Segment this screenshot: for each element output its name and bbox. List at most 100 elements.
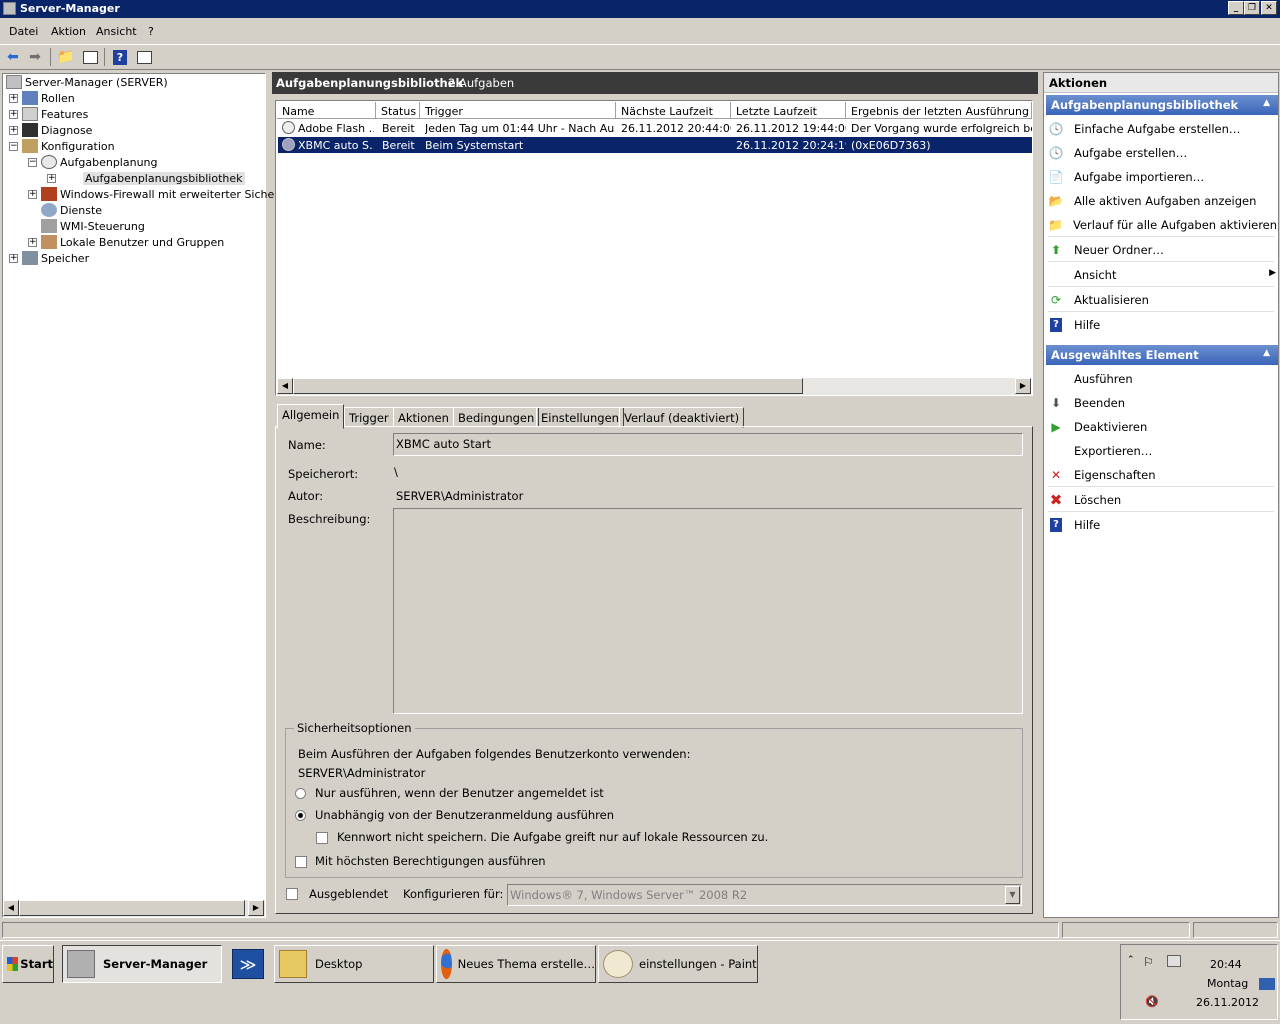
restore-button[interactable]: ❐ [1244,1,1260,15]
column-header-name[interactable]: Name [277,102,376,119]
action-stop[interactable]: ⬇ Beenden [1048,393,1276,413]
description-field[interactable] [393,508,1023,714]
action-run[interactable]: Ausführen [1048,369,1276,389]
action-basic-task[interactable]: 🕓 Einfache Aufgabe erstellen… [1048,119,1276,139]
tree-item-diagnose[interactable]: + Diagnose [9,122,92,138]
clock-time[interactable]: 20:44 [1210,958,1242,971]
tab-einstellungen[interactable]: Einstellungen [536,407,624,428]
expand-icon[interactable]: + [47,173,56,183]
column-header-result[interactable]: Ergebnis der letzten Ausführung [846,102,1032,119]
action-refresh[interactable]: ⟳ Aktualisieren [1048,290,1276,310]
tree-item-features[interactable]: + Features [9,106,88,122]
action-group-library[interactable]: Aufgabenplanungsbibliothek ▲ [1046,95,1278,115]
close-button[interactable]: ✕ [1261,1,1277,15]
tree-item-aufgabenplanungsbibliothek[interactable]: + Aufgabenplanungsbibliothek [47,170,245,186]
flag-icon[interactable]: ⚐ [1143,955,1154,969]
forward-arrow-icon[interactable]: ➡ [25,47,45,67]
expand-icon[interactable]: + [9,125,18,135]
tab-trigger[interactable]: Trigger [344,407,394,428]
action-export[interactable]: Exportieren… [1048,441,1276,461]
taskbar-paint[interactable]: einstellungen - Paint [598,945,758,983]
tree-item-aufgabenplanung[interactable]: − Aufgabenplanung [28,154,158,170]
action-show-running[interactable]: 📂 Alle aktiven Aufgaben anzeigen [1048,191,1276,211]
tab-aktionen[interactable]: Aktionen [393,407,454,428]
menu-ansicht[interactable]: Ansicht [96,25,137,38]
taskbar-firefox[interactable]: Neues Thema erstelle… [436,945,596,983]
collapse-up-icon[interactable]: ▲ [1263,348,1270,358]
column-header-next-run[interactable]: Nächste Laufzeit [616,102,731,119]
configure-select[interactable]: Windows® 7, Windows Server™ 2008 R2 ▼ [507,884,1022,906]
action-enable-history[interactable]: 📁 Verlauf für alle Aufgaben aktivieren [1048,215,1277,235]
expand-icon[interactable]: + [28,237,37,247]
action-create-task[interactable]: 🕓 Aufgabe erstellen… [1048,143,1276,163]
action-properties[interactable]: ✕ Eigenschaften [1048,465,1276,485]
action-help[interactable]: ? Hilfe [1048,315,1276,335]
checkbox-no-password-label: Kennwort nicht speichern. Die Aufgabe gr… [337,830,769,844]
show-hide-tree-icon[interactable] [80,47,100,67]
minimize-button[interactable]: _ [1228,1,1244,15]
column-header-status[interactable]: Status [376,102,420,119]
status-pane-2 [1062,922,1190,938]
tree-item-users[interactable]: + Lokale Benutzer und Gruppen [28,234,224,250]
checkbox-no-password[interactable] [316,832,328,844]
name-field[interactable]: XBMC auto Start [393,433,1023,456]
scroll-left-icon[interactable]: ◀ [277,378,293,394]
menu-datei[interactable]: Datei [9,25,38,38]
taskbar-server-manager[interactable]: Server-Manager [62,945,222,983]
tree-item-firewall[interactable]: + Windows-Firewall mit erweiterter Sicher… [28,186,292,202]
collapse-icon[interactable]: − [28,157,37,167]
collapse-icon[interactable]: − [9,141,18,151]
radio-only-logged-in[interactable] [295,788,306,799]
taskbar-desktop[interactable]: Desktop [274,945,434,983]
scroll-thumb[interactable] [293,378,803,394]
expand-icon[interactable]: + [28,189,37,199]
chevron-down-icon[interactable]: ▼ [1005,886,1020,904]
action-delete[interactable]: ✖ Löschen [1048,490,1276,510]
scroll-right-icon[interactable]: ▶ [248,900,264,916]
menu-help[interactable]: ? [148,25,154,38]
show-desktop-icon[interactable] [1259,978,1275,990]
table-row[interactable]: Adobe Flash … Bereit Jeden Tag um 01:44 … [278,120,1032,136]
collapse-up-icon[interactable]: ▲ [1263,98,1270,108]
scroll-right-icon[interactable]: ▶ [1015,378,1031,394]
help-icon[interactable]: ? [110,47,130,67]
tree-root[interactable]: Server-Manager (SERVER) [6,74,168,90]
checkbox-highest-privileges[interactable] [295,856,307,868]
clock-day: Montag [1207,977,1249,990]
start-button[interactable]: Start [2,945,54,983]
show-action-pane-icon[interactable] [134,47,154,67]
scroll-left-icon[interactable]: ◀ [3,900,19,916]
tab-verlauf[interactable]: Verlauf (deaktiviert) [619,407,745,428]
radio-independent-checked[interactable] [295,810,306,821]
tree-item-speicher[interactable]: + Speicher [9,250,89,266]
column-header-last-run[interactable]: Letzte Laufzeit [731,102,846,119]
tree-item-rollen[interactable]: + Rollen [9,90,75,106]
expand-icon[interactable]: + [9,109,18,119]
powershell-icon[interactable]: ≫ [232,949,264,979]
action-disable[interactable]: ▶ Deaktivieren [1048,417,1276,437]
action-group-selected[interactable]: Ausgewähltes Element ▲ [1046,345,1278,365]
scroll-thumb[interactable] [19,900,245,916]
volume-muted-icon[interactable]: 🔇 [1145,995,1159,1008]
back-arrow-icon[interactable]: ⬅ [3,47,23,67]
action-view[interactable]: Ansicht ▶ [1048,265,1276,285]
tree-horizontal-scrollbar[interactable]: ◀ ▶ [3,900,265,917]
tree-item-wmi[interactable]: WMI-Steuerung [41,218,145,234]
checkbox-hidden[interactable] [286,888,298,900]
tree-item-konfiguration[interactable]: − Konfiguration [9,138,115,154]
action-import-task[interactable]: 📄 Aufgabe importieren… [1048,167,1276,187]
show-hidden-icons-chevron-icon[interactable]: ⌃ [1127,955,1135,965]
column-header-trigger[interactable]: Trigger [420,102,616,119]
action-help-selected[interactable]: ? Hilfe [1048,515,1276,535]
table-row-selected[interactable]: XBMC auto S… Bereit Beim Systemstart 26.… [278,137,1032,153]
up-folder-icon[interactable]: 📁 [56,47,76,67]
tab-allgemein[interactable]: Allgemein [277,404,345,429]
action-new-folder[interactable]: ⬆ Neuer Ordner… [1048,240,1276,260]
expand-icon[interactable]: + [9,93,18,103]
menu-aktion[interactable]: Aktion [51,25,86,38]
list-horizontal-scrollbar[interactable]: ◀ ▶ [277,378,1031,395]
tree-item-dienste[interactable]: Dienste [41,202,102,218]
network-icon[interactable] [1167,955,1181,967]
expand-icon[interactable]: + [9,253,18,263]
tab-bedingungen[interactable]: Bedingungen [453,407,540,428]
